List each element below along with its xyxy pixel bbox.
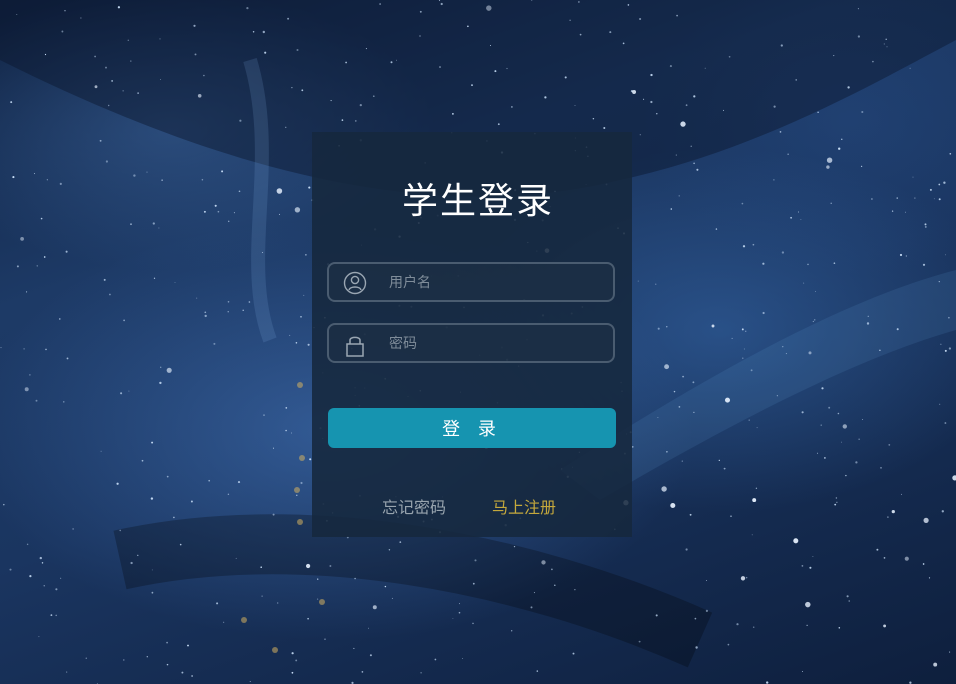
auth-links: 忘记密码 马上注册 <box>312 494 632 518</box>
username-field[interactable] <box>327 262 615 302</box>
login-button[interactable]: 登 录 <box>328 408 616 448</box>
register-link[interactable]: 马上注册 <box>492 494 556 518</box>
username-input[interactable] <box>387 270 601 296</box>
password-input[interactable] <box>387 331 601 357</box>
login-title: 学生登录 <box>401 181 554 222</box>
password-field[interactable] <box>327 323 615 363</box>
user-icon <box>343 271 367 295</box>
forgot-password-link[interactable]: 忘记密码 <box>382 494 446 518</box>
lock-icon <box>343 332 367 357</box>
